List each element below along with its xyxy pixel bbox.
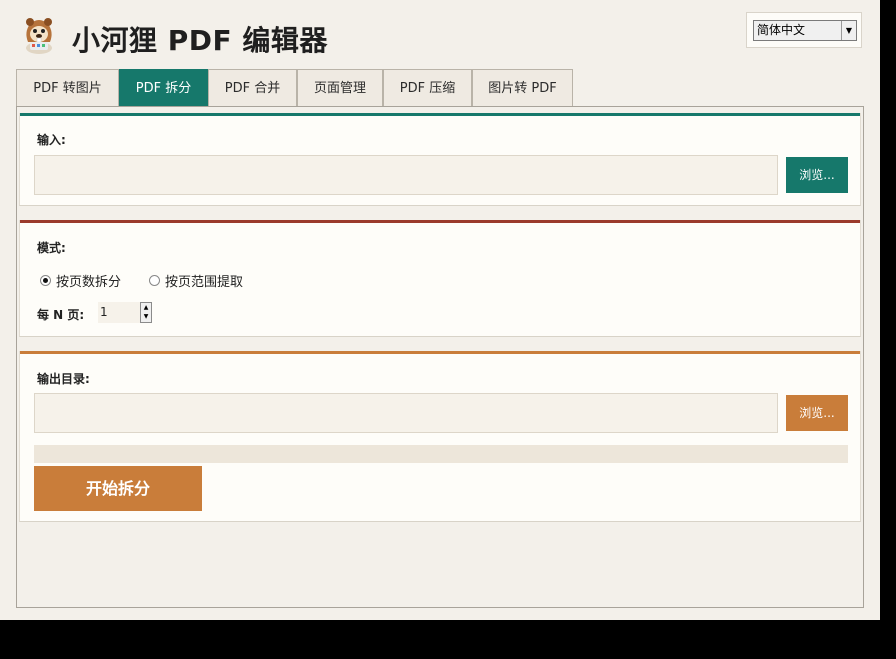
app-title: 小河狸 PDF 编辑器 — [72, 24, 328, 57]
tab-pdf-split[interactable]: PDF 拆分 — [119, 69, 208, 107]
start-split-button[interactable]: 开始拆分 — [34, 466, 202, 511]
tab-page-management[interactable]: 页面管理 — [297, 69, 383, 107]
radio-split-by-count[interactable]: 按页数拆分 — [40, 271, 121, 290]
app-window: 小河狸 PDF 编辑器 简体中文 ▼ PDF 转图片 PDF 拆分 PDF 合并… — [0, 0, 880, 620]
input-label: 输入: — [37, 133, 66, 147]
arrow-up-icon[interactable]: ▲ — [141, 303, 151, 312]
radio-checked-icon[interactable] — [40, 275, 51, 286]
section-accent-bar — [20, 351, 860, 354]
language-select[interactable]: 简体中文 ▼ — [753, 20, 857, 41]
chevron-down-icon[interactable]: ▼ — [841, 21, 856, 40]
input-section: 输入: 浏览... — [19, 113, 861, 206]
tab-pdf-merge[interactable]: PDF 合并 — [208, 69, 297, 107]
input-browse-button[interactable]: 浏览... — [786, 157, 848, 193]
pages-per-file-value[interactable]: 1 — [100, 305, 108, 319]
beaver-logo-icon — [20, 12, 58, 56]
mode-section: 模式: 按页数拆分 按页范围提取 每 N 页: 1 ▲ ▼ — [19, 220, 861, 337]
mode-label: 模式: — [37, 241, 66, 255]
section-accent-bar — [20, 220, 860, 223]
output-section: 输出目录: 浏览... 开始拆分 — [19, 351, 861, 522]
progress-bar — [34, 445, 848, 463]
input-path-field[interactable] — [34, 155, 778, 195]
language-panel: 简体中文 ▼ — [746, 12, 862, 48]
tab-pdf-to-image[interactable]: PDF 转图片 — [16, 69, 119, 107]
pages-per-file-label: 每 N 页: — [37, 308, 85, 322]
split-panel: 输入: 浏览... 模式: 按页数拆分 按页范围提取 每 N 页: 1 ▲ ▼ — [16, 106, 864, 608]
radio-split-by-count-label: 按页数拆分 — [56, 275, 122, 290]
radio-extract-range-label: 按页范围提取 — [165, 275, 244, 290]
stepper-buttons[interactable]: ▲ ▼ — [140, 302, 152, 323]
pages-per-file-stepper[interactable]: 1 ▲ ▼ — [98, 302, 152, 323]
output-dir-label: 输出目录: — [37, 372, 90, 386]
tab-image-to-pdf[interactable]: 图片转 PDF — [472, 69, 573, 107]
arrow-down-icon[interactable]: ▼ — [141, 312, 151, 321]
output-browse-button[interactable]: 浏览... — [786, 395, 848, 431]
output-dir-field[interactable] — [34, 393, 778, 433]
section-accent-bar — [20, 113, 860, 116]
tab-pdf-compress[interactable]: PDF 压缩 — [383, 69, 472, 107]
language-select-value: 简体中文 — [757, 23, 806, 37]
radio-extract-range[interactable]: 按页范围提取 — [149, 271, 243, 290]
radio-unchecked-icon[interactable] — [149, 275, 160, 286]
